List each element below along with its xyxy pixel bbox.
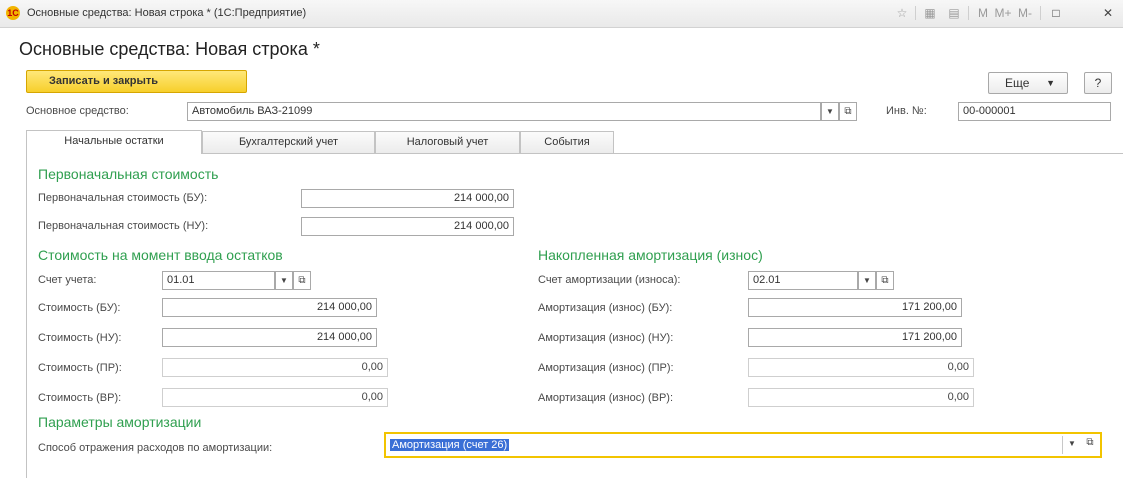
tab-tax-accounting[interactable]: Налоговый учет — [375, 131, 520, 153]
memory-minus-button[interactable]: M- — [1016, 5, 1034, 21]
window-title: Основные средства: Новая строка * (1С:Пр… — [27, 7, 307, 19]
tab-accounting[interactable]: Бухгалтерский учет — [202, 131, 375, 153]
account-label: Счет учета: — [38, 274, 97, 286]
depreciation-heading: Накопленная амортизация (износ) — [538, 247, 763, 263]
initial-cost-nu-label: Первоначальная стоимость (НУ): — [38, 220, 209, 232]
field-separator — [1062, 436, 1063, 454]
app-logo-icon: 1С — [6, 6, 20, 20]
asset-dropdown-button[interactable]: ▼ — [821, 102, 839, 121]
cost-pr-label: Стоимость (ПР): — [38, 362, 122, 374]
open-form-icon: ⧉ — [881, 275, 889, 286]
depreciation-pr-label: Амортизация (износ) (ПР): — [538, 362, 674, 374]
save-and-close-button[interactable]: Записать и закрыть — [26, 70, 247, 93]
depreciation-method-open-button[interactable]: ⧉ — [1082, 437, 1098, 448]
memory-m-button[interactable]: M — [976, 5, 990, 21]
tab-initial-balances[interactable]: Начальные остатки — [26, 130, 202, 154]
cost-bu-label: Стоимость (БУ): — [38, 302, 121, 314]
toolbar-separator — [915, 6, 916, 20]
depreciation-vr-input[interactable]: 0,00 — [748, 388, 974, 407]
initial-cost-bu-input[interactable]: 214 000,00 — [301, 189, 514, 208]
toolbar-separator — [968, 6, 969, 20]
table-icon[interactable]: ▦ — [922, 5, 938, 21]
depreciation-account-open-button[interactable]: ⧉ — [876, 271, 894, 290]
cost-pr-input[interactable]: 0,00 — [162, 358, 388, 377]
depreciation-bu-label: Амортизация (износ) (БУ): — [538, 302, 673, 314]
depreciation-method-label: Способ отражения расходов по амортизации… — [38, 442, 273, 454]
initial-cost-bu-label: Первоначальная стоимость (БУ): — [38, 192, 208, 204]
depreciation-account-dropdown-button[interactable]: ▼ — [858, 271, 876, 290]
more-button-label: Еще — [1005, 76, 1030, 90]
open-form-icon: ⧉ — [298, 275, 306, 286]
depreciation-account-input[interactable]: 02.01 — [748, 271, 858, 290]
inventory-number-input[interactable]: 00-000001 — [958, 102, 1111, 121]
chevron-down-icon: ▼ — [1046, 78, 1055, 88]
depreciation-pr-input[interactable]: 0,00 — [748, 358, 974, 377]
toolbar-separator — [1040, 6, 1041, 20]
initial-cost-heading: Первоначальная стоимость — [38, 166, 219, 182]
cost-vr-input[interactable]: 0,00 — [162, 388, 388, 407]
asset-input[interactable]: Автомобиль ВАЗ-21099 — [187, 102, 821, 121]
close-icon[interactable]: ✕ — [1100, 5, 1116, 21]
depreciation-nu-input[interactable]: 171 200,00 — [748, 328, 962, 347]
form-title: Основные средства: Новая строка * — [19, 39, 320, 59]
open-form-icon: ⧉ — [1086, 437, 1094, 448]
favorites-icon[interactable]: ☆ — [894, 5, 910, 21]
initial-cost-nu-input[interactable]: 214 000,00 — [301, 217, 514, 236]
tab-events[interactable]: События — [520, 131, 614, 153]
inventory-number-label: Инв. №: — [886, 105, 927, 117]
chevron-down-icon: ▼ — [1068, 439, 1076, 448]
depreciation-bu-input[interactable]: 171 200,00 — [748, 298, 962, 317]
cost-bu-input[interactable]: 214 000,00 — [162, 298, 377, 317]
calendar-icon[interactable]: ▤ — [946, 5, 962, 21]
depreciation-nu-label: Амортизация (износ) (НУ): — [538, 332, 674, 344]
chevron-down-icon: ▼ — [826, 107, 834, 116]
chevron-down-icon: ▼ — [863, 276, 871, 285]
depreciation-vr-label: Амортизация (износ) (ВР): — [538, 392, 674, 404]
depreciation-method-dropdown-button[interactable]: ▼ — [1064, 439, 1080, 448]
help-button[interactable]: ? — [1084, 72, 1112, 94]
chevron-down-icon: ▼ — [280, 276, 288, 285]
cost-nu-input[interactable]: 214 000,00 — [162, 328, 377, 347]
maximize-icon[interactable]: □ — [1048, 5, 1064, 21]
memory-plus-button[interactable]: M+ — [994, 5, 1012, 21]
cost-vr-label: Стоимость (ВР): — [38, 392, 122, 404]
open-form-icon: ⧉ — [844, 106, 852, 117]
depreciation-account-label: Счет амортизации (износа): — [538, 274, 681, 286]
depreciation-params-heading: Параметры амортизации — [38, 414, 202, 430]
account-open-button[interactable]: ⧉ — [293, 271, 311, 290]
more-button[interactable]: Еще ▼ — [988, 72, 1068, 94]
cost-nu-label: Стоимость (НУ): — [38, 332, 122, 344]
account-input[interactable]: 01.01 — [162, 271, 275, 290]
depreciation-method-input[interactable]: Амортизация (счет 26) — [390, 438, 510, 452]
depreciation-method-value: Амортизация (счет 26) — [390, 439, 510, 451]
asset-open-button[interactable]: ⧉ — [839, 102, 857, 121]
asset-label: Основное средство: — [26, 105, 129, 117]
cost-at-entry-heading: Стоимость на момент ввода остатков — [38, 247, 283, 263]
account-dropdown-button[interactable]: ▼ — [275, 271, 293, 290]
